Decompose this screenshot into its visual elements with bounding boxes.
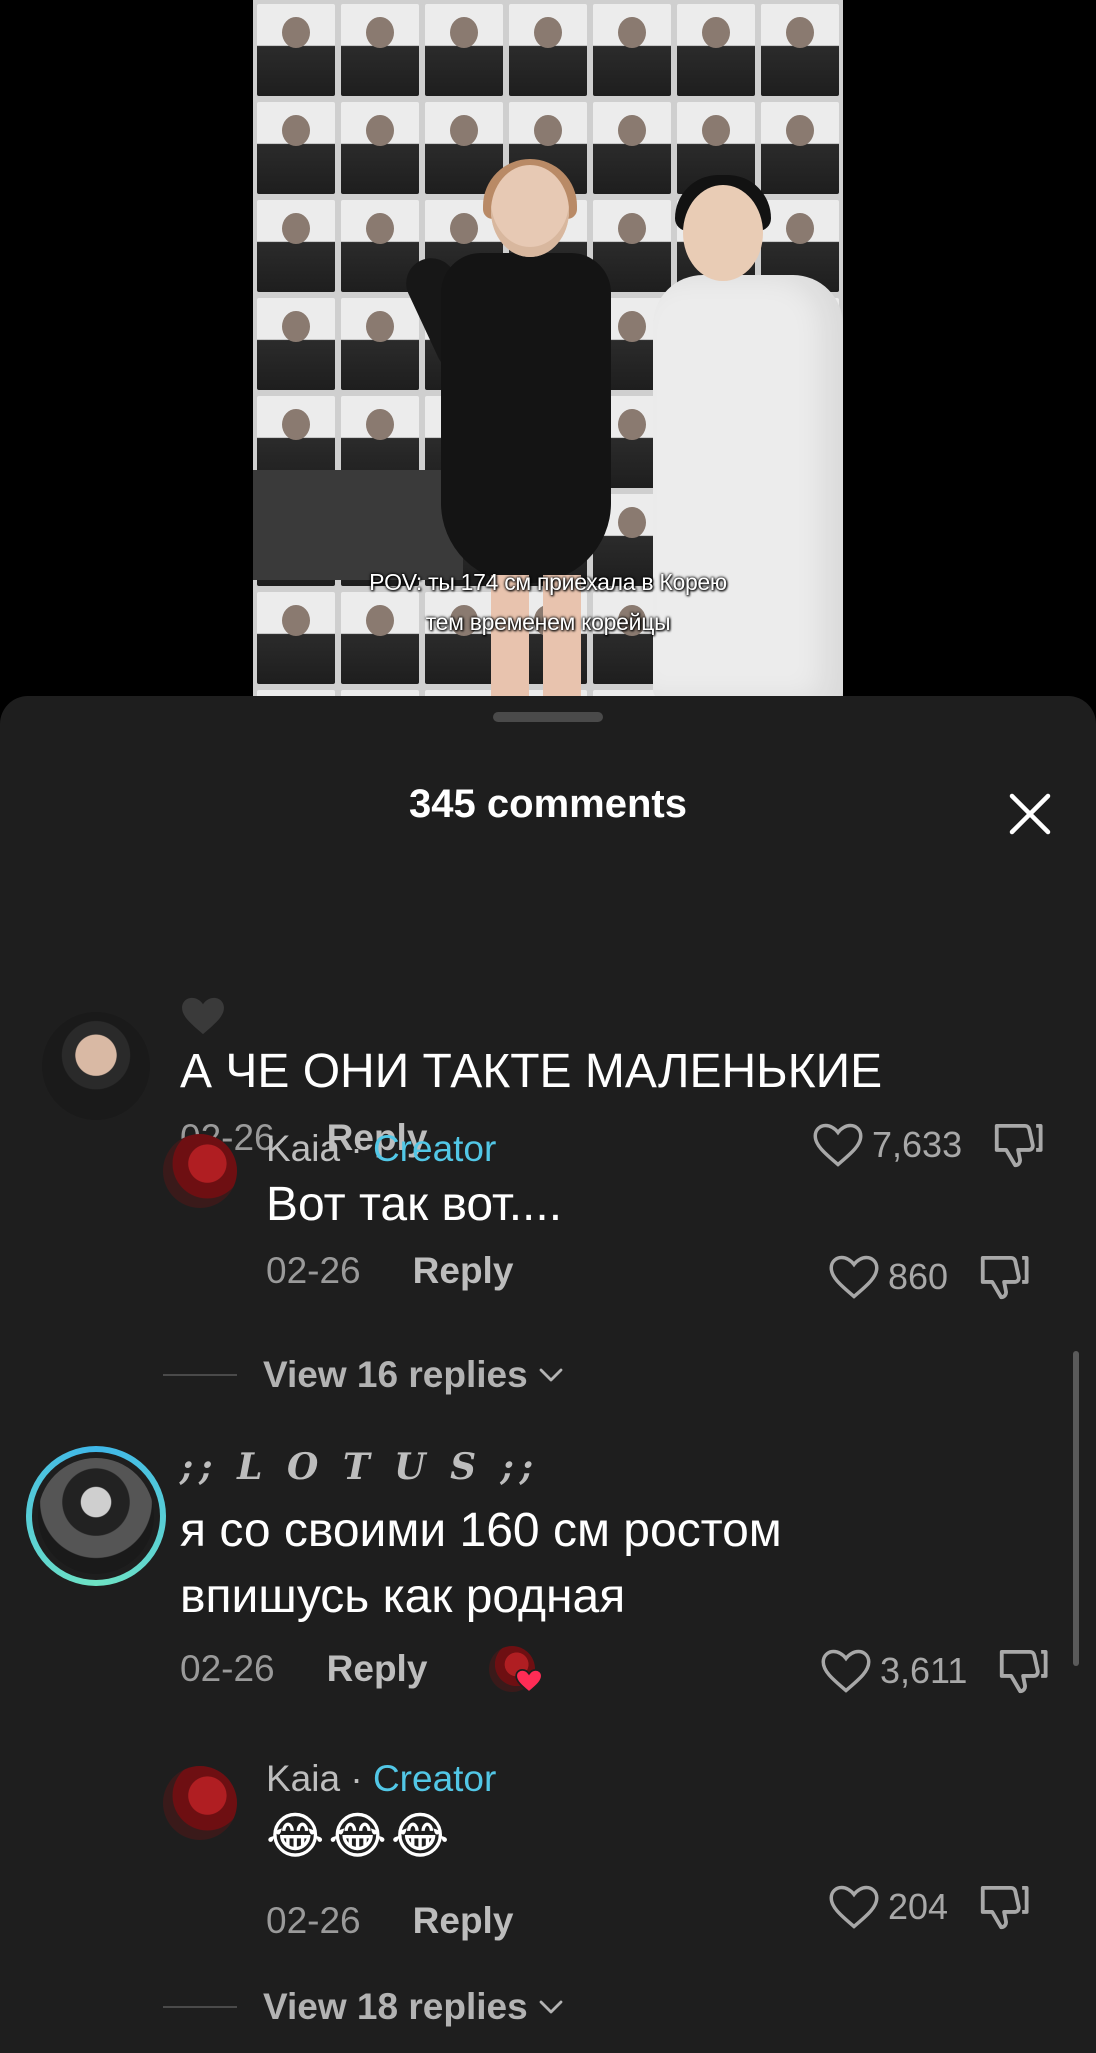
creator-badge: Creator bbox=[372, 1128, 497, 1169]
comment-text: Вот так вот.... bbox=[266, 1178, 563, 1231]
like-count: 3,611 bbox=[880, 1650, 968, 1691]
comments-count-title: 345 comments bbox=[409, 782, 687, 826]
dislike-button[interactable] bbox=[976, 1252, 1030, 1302]
avatar[interactable] bbox=[163, 1766, 237, 1840]
comment-date: 02-26 bbox=[266, 1250, 361, 1291]
heart-outline-icon bbox=[813, 1123, 863, 1167]
comment-author[interactable]: ;; L O T U S ;; bbox=[180, 1446, 940, 1488]
view-replies-label: View 18 replies bbox=[263, 1986, 528, 2027]
dislike-button[interactable] bbox=[995, 1646, 1049, 1696]
comment-meta: 02-26 Reply bbox=[266, 1250, 562, 1292]
comment-actions: 7,633 bbox=[812, 1120, 1044, 1170]
creator-liked-badge bbox=[489, 1646, 544, 1694]
heart-outline-icon bbox=[829, 1255, 879, 1299]
comment-author[interactable]: Kaia · Creator bbox=[266, 1758, 513, 1800]
close-button[interactable] bbox=[1000, 784, 1060, 844]
thumbs-down-icon bbox=[980, 1885, 1029, 1930]
like-count: 204 bbox=[888, 1886, 949, 1927]
creator-badge: Creator bbox=[372, 1758, 497, 1799]
author-name[interactable]: Kaia bbox=[266, 1758, 340, 1799]
reply-button[interactable]: Reply bbox=[413, 1900, 514, 1942]
like-button[interactable]: 204 bbox=[828, 1884, 948, 1930]
comment-text: я со своими 160 см ростом впишусь как ро… bbox=[180, 1504, 782, 1623]
like-button[interactable]: 7,633 bbox=[812, 1122, 962, 1168]
thumbs-down-icon bbox=[980, 1255, 1029, 1300]
reply-button[interactable]: Reply bbox=[413, 1250, 514, 1292]
red-heart-icon bbox=[515, 1669, 544, 1694]
comment-actions: 204 bbox=[828, 1882, 1030, 1932]
thumbs-down-icon bbox=[994, 1123, 1043, 1168]
like-button[interactable]: 3,611 bbox=[820, 1648, 967, 1694]
video-caption: POV: ты 174 см приехала в Корею тем врем… bbox=[0, 562, 1096, 642]
comment-actions: 3,611 bbox=[820, 1646, 1049, 1696]
comment-text: 😂😂😂 bbox=[266, 1808, 454, 1864]
comment-date: 02-26 bbox=[266, 1900, 361, 1941]
divider bbox=[163, 1374, 237, 1376]
heart-outline-icon bbox=[829, 1885, 879, 1929]
avatar-with-story-ring[interactable] bbox=[26, 1446, 166, 1586]
video-caption-line-1: POV: ты 174 см приехала в Корею bbox=[369, 569, 727, 595]
dislike-button[interactable] bbox=[990, 1120, 1044, 1170]
comment-date: 02-26 bbox=[180, 1648, 275, 1689]
avatar[interactable] bbox=[42, 1012, 150, 1120]
sheet-drag-handle[interactable] bbox=[493, 712, 603, 722]
comment-author[interactable]: Kaia · Creator bbox=[266, 1128, 562, 1170]
chevron-down-icon bbox=[539, 2000, 563, 2014]
author-name[interactable]: Kaia bbox=[266, 1128, 340, 1169]
reply-button[interactable]: Reply bbox=[327, 1648, 428, 1690]
comments-scrollbar[interactable] bbox=[1073, 1351, 1079, 1666]
avatar[interactable] bbox=[163, 1134, 237, 1208]
video-caption-line-2: тем временем корейцы bbox=[425, 609, 671, 635]
view-replies-button[interactable]: View 16 replies bbox=[163, 1354, 564, 1396]
video-player[interactable]: POV: ты 174 см приехала в Корею тем врем… bbox=[0, 0, 1096, 700]
view-replies-button[interactable]: View 18 replies bbox=[163, 1986, 564, 2028]
comment-meta: 02-26 Reply bbox=[266, 1900, 513, 1942]
author-separator: · bbox=[350, 1128, 363, 1169]
heart-outline-icon bbox=[821, 1649, 871, 1693]
comment-actions: 860 bbox=[828, 1252, 1030, 1302]
comments-sheet: 345 comments А ЧЕ ОНИ ТАКТЕ МАЛЕНЬКИЕ 02… bbox=[0, 696, 1096, 2053]
like-count: 7,633 bbox=[872, 1124, 963, 1165]
close-icon bbox=[1009, 793, 1051, 835]
black-heart-icon bbox=[182, 997, 224, 1035]
comment-text: А ЧЕ ОНИ ТАКТЕ МАЛЕНЬКИЕ bbox=[180, 1045, 883, 1098]
chevron-down-icon bbox=[539, 1368, 563, 1382]
like-count: 860 bbox=[888, 1256, 949, 1297]
dislike-button[interactable] bbox=[976, 1882, 1030, 1932]
thumbs-down-icon bbox=[1000, 1649, 1048, 1694]
like-button[interactable]: 860 bbox=[828, 1254, 948, 1300]
author-separator: · bbox=[350, 1758, 363, 1799]
divider bbox=[163, 2006, 237, 2008]
view-replies-label: View 16 replies bbox=[263, 1354, 528, 1395]
